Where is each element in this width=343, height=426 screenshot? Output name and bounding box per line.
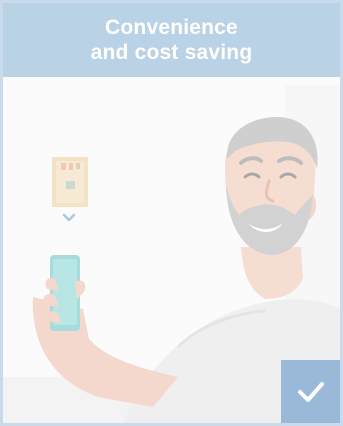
card-title-line-1: Convenience	[105, 16, 238, 39]
card-header: Convenience and cost saving	[3, 3, 340, 77]
card-title-line-2: and cost saving	[90, 41, 253, 64]
selected-check-badge[interactable]	[281, 360, 340, 423]
checkmark-icon	[297, 381, 324, 402]
option-card-convenience[interactable]: Convenience and cost saving	[0, 0, 343, 426]
package-icon	[52, 157, 88, 207]
